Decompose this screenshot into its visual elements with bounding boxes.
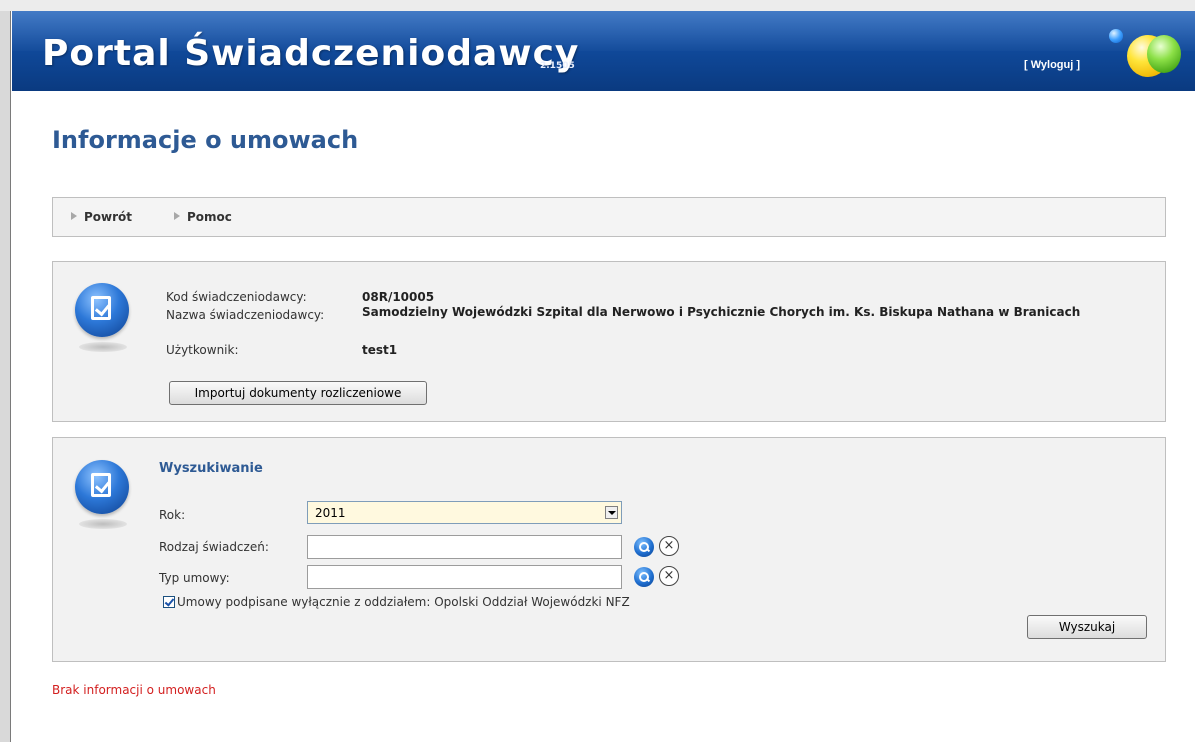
search-section-title: Wyszukiwanie [159, 461, 263, 476]
no-contracts-message: Brak informacji o umowach [52, 683, 216, 697]
service-type-input[interactable] [307, 535, 622, 559]
nav-bar: Powrót Pomoc [52, 197, 1166, 237]
contract-type-label: Typ umowy: [159, 571, 230, 585]
icon-shadow [79, 342, 127, 352]
provider-name-value: Samodzielny Wojewódzki Szpital dla Nerwo… [362, 305, 1081, 319]
page-title: Informacje o umowach [52, 126, 359, 154]
logo-balls [1097, 25, 1181, 85]
icon-shadow [79, 519, 127, 529]
window-top-frame [0, 0, 1195, 11]
provider-info-panel: Kod świadczeniodawcy: 08R/10005 Nazwa św… [52, 261, 1166, 422]
contract-type-search-icon[interactable] [634, 567, 654, 587]
nav-help-label: Pomoc [187, 210, 232, 224]
app-version: 2.1505 [540, 61, 575, 71]
service-type-label: Rodzaj świadczeń: [159, 540, 269, 554]
logo-blue-ball [1109, 29, 1123, 43]
nav-back-link[interactable]: Powrót [71, 210, 132, 224]
year-select[interactable]: 2011 [307, 501, 622, 524]
contract-type-input[interactable] [307, 565, 622, 589]
logo-green-ball [1147, 35, 1181, 73]
import-documents-button[interactable]: Importuj dokumenty rozliczeniowe [169, 381, 427, 405]
contract-type-clear-icon[interactable]: × [659, 566, 679, 586]
provider-code-label: Kod świadczeniodawcy: [166, 290, 307, 304]
user-label: Użytkownik: [166, 343, 239, 357]
search-button[interactable]: Wyszukaj [1027, 615, 1147, 639]
service-type-search-icon[interactable] [634, 537, 654, 557]
provider-code-value: 08R/10005 [362, 290, 435, 304]
nav-arrow-icon [174, 212, 180, 220]
year-select-value: 2011 [315, 506, 346, 520]
service-type-clear-icon[interactable]: × [659, 536, 679, 556]
document-check-icon [75, 283, 129, 337]
year-label: Rok: [159, 508, 186, 522]
app-title: Portal Świadczeniodawcy [42, 33, 580, 74]
nav-arrow-icon [71, 212, 77, 220]
chevron-down-icon[interactable] [605, 506, 618, 519]
branch-only-checkbox[interactable] [163, 596, 175, 608]
nav-help-link[interactable]: Pomoc [174, 210, 232, 224]
portal-header: Portal Świadczeniodawcy 2.1505 [ Wyloguj… [12, 11, 1195, 91]
branch-only-label: Umowy podpisane wyłącznie z oddziałem: O… [177, 595, 630, 609]
document-edit-icon [75, 460, 129, 514]
search-panel: Wyszukiwanie Rok: 2011 Rodzaj świadczeń:… [52, 437, 1166, 662]
user-value: test1 [362, 343, 398, 357]
logout-link[interactable]: [ Wyloguj ] [1024, 59, 1080, 71]
nav-back-label: Powrót [84, 210, 133, 224]
provider-name-label: Nazwa świadczeniodawcy: [166, 308, 325, 322]
window-left-frame [0, 11, 11, 742]
